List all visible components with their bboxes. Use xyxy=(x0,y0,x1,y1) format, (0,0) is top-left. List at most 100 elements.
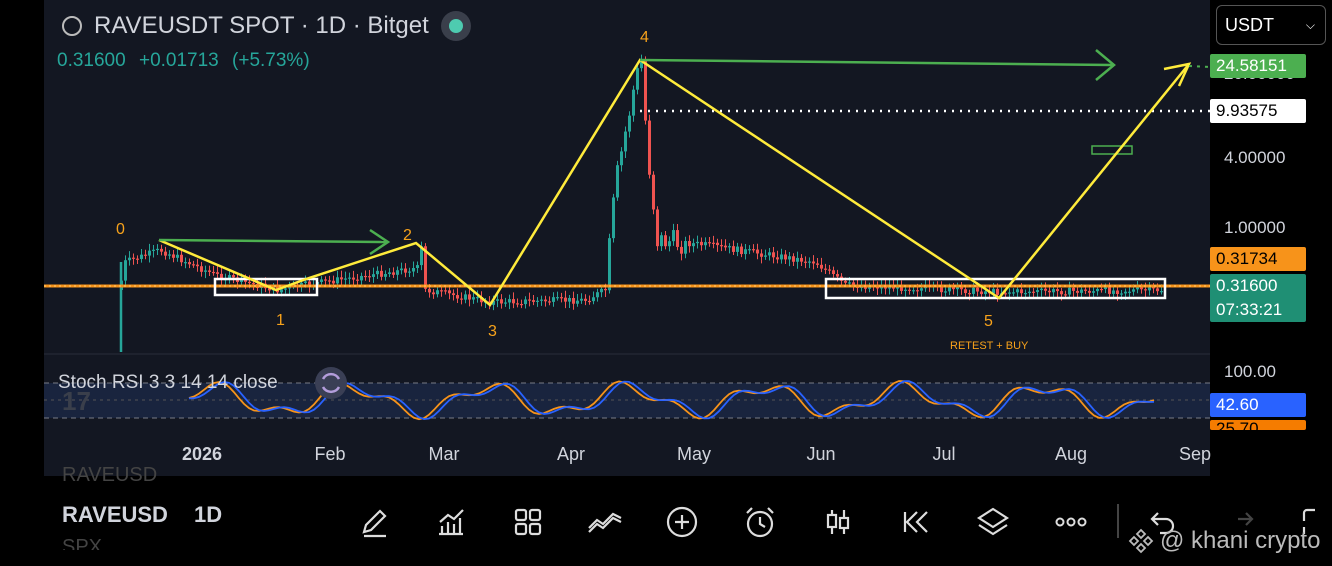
symbol-switcher[interactable]: RAVEUSD RAVEUSD 1D SPX xyxy=(62,464,222,550)
candle-body xyxy=(1080,289,1083,293)
symbol-prev[interactable]: RAVEUSD xyxy=(62,464,222,488)
candle-body xyxy=(608,238,611,291)
candle-body xyxy=(528,299,531,301)
candle-body xyxy=(328,280,331,282)
candle-body xyxy=(828,269,831,271)
wave-label-0: 0 xyxy=(116,221,125,238)
current-price-tag: 0.31600 07:33:21 xyxy=(1210,274,1306,322)
candle-body xyxy=(1112,290,1115,294)
add-icon[interactable] xyxy=(662,502,702,542)
indicators-icon[interactable] xyxy=(431,502,471,542)
candle-body xyxy=(1052,289,1055,293)
indicator-settings-knob[interactable] xyxy=(315,367,347,399)
candle-body xyxy=(168,254,171,256)
candle-body xyxy=(792,256,795,262)
candle-body xyxy=(632,89,635,116)
candle-body xyxy=(180,254,183,263)
quote-line: 0.31600 +0.01713 (+5.73%) xyxy=(57,50,318,72)
retest-label: RETEST + BUY xyxy=(950,340,1029,352)
candle-body xyxy=(616,165,619,198)
currency-select[interactable]: USDT ⌵ xyxy=(1216,5,1326,45)
candle-body xyxy=(204,270,207,272)
candle-body xyxy=(1160,291,1163,293)
candle-body xyxy=(1048,290,1051,293)
candle-body xyxy=(708,242,711,244)
candle-body xyxy=(964,289,967,294)
price-change: +0.01713 xyxy=(138,50,219,71)
candle-body xyxy=(700,241,703,246)
candle-body xyxy=(1064,294,1067,296)
candle-body xyxy=(848,282,851,284)
candle-body xyxy=(1004,293,1007,295)
candle-body xyxy=(996,288,999,295)
current-price: 0.31600 xyxy=(1216,276,1278,295)
binance-square-icon xyxy=(1128,528,1154,554)
candle-body xyxy=(904,289,907,291)
price-scale[interactable]: 20.00000 24.58151 9.93575 4.00000 1.0000… xyxy=(1210,0,1332,476)
candle-body xyxy=(1020,289,1023,294)
candle-body xyxy=(768,252,771,256)
replay-icon[interactable] xyxy=(895,502,935,542)
candle-body xyxy=(1024,293,1027,295)
candle-body xyxy=(624,131,627,152)
wave-label-3: 3 xyxy=(488,323,497,340)
candle-body xyxy=(1144,289,1147,291)
draw-pen-icon[interactable] xyxy=(354,502,394,542)
candle-body xyxy=(836,273,839,277)
candle-body xyxy=(380,270,383,277)
watermark-text: @ khani crypto xyxy=(1160,527,1321,554)
candle-body xyxy=(760,253,763,257)
candle-body xyxy=(948,287,951,292)
wave-path xyxy=(158,58,1190,307)
layers-icon[interactable] xyxy=(973,502,1013,542)
candle-body xyxy=(724,245,727,248)
layout-grid-icon[interactable] xyxy=(508,502,548,542)
candle-body xyxy=(1128,291,1131,293)
candle-body xyxy=(596,292,599,298)
candle-body xyxy=(580,298,583,301)
candle-body xyxy=(1088,290,1091,293)
compare-icon[interactable] xyxy=(585,502,625,542)
candle-body xyxy=(1120,293,1123,295)
candle-body xyxy=(432,292,435,295)
wave-label-1: 1 xyxy=(276,312,285,329)
candle-body xyxy=(1072,287,1075,291)
candle-body xyxy=(140,254,143,259)
candle-body xyxy=(144,254,147,256)
candles-icon[interactable] xyxy=(818,502,858,542)
candle-body xyxy=(500,299,503,304)
candle-body xyxy=(160,248,163,252)
green-arrow-2 xyxy=(639,58,1113,67)
candle-body xyxy=(1084,289,1087,291)
candle-body xyxy=(808,261,811,263)
candle-body xyxy=(496,299,499,301)
candle-body xyxy=(668,241,671,247)
level-price-tag: 9.93575 xyxy=(1210,99,1306,123)
candle-body xyxy=(128,257,131,261)
candle-body xyxy=(544,299,547,302)
scale-label-4: 4.00000 xyxy=(1224,148,1286,167)
candle-body xyxy=(1008,292,1011,294)
candle-body xyxy=(216,272,219,274)
alarm-clock-icon[interactable] xyxy=(740,502,780,542)
candle-body xyxy=(656,209,659,247)
candle-body xyxy=(804,261,807,263)
xtick-jul: Jul xyxy=(932,444,956,464)
candle-body xyxy=(320,279,323,282)
candle-body xyxy=(696,241,699,244)
symbol-title[interactable]: RAVEUSDT SPOT · 1D · Bitget xyxy=(94,12,429,40)
candle-body xyxy=(456,295,459,299)
indicator-label[interactable]: Stoch RSI 3 3 14 14 close xyxy=(58,372,278,394)
candle-body xyxy=(464,294,467,300)
more-icon[interactable] xyxy=(1051,502,1091,542)
candle-body xyxy=(352,277,355,280)
green-arrow-1 xyxy=(158,238,387,244)
symbol-next[interactable]: SPX xyxy=(62,536,222,550)
candle-body xyxy=(124,260,127,281)
candle-body xyxy=(672,230,675,242)
candle-body xyxy=(156,248,159,251)
candle-body xyxy=(920,288,923,291)
candle-body xyxy=(1044,288,1047,291)
candle-body xyxy=(392,272,395,275)
symbol-active-row[interactable]: RAVEUSD 1D xyxy=(62,502,222,528)
